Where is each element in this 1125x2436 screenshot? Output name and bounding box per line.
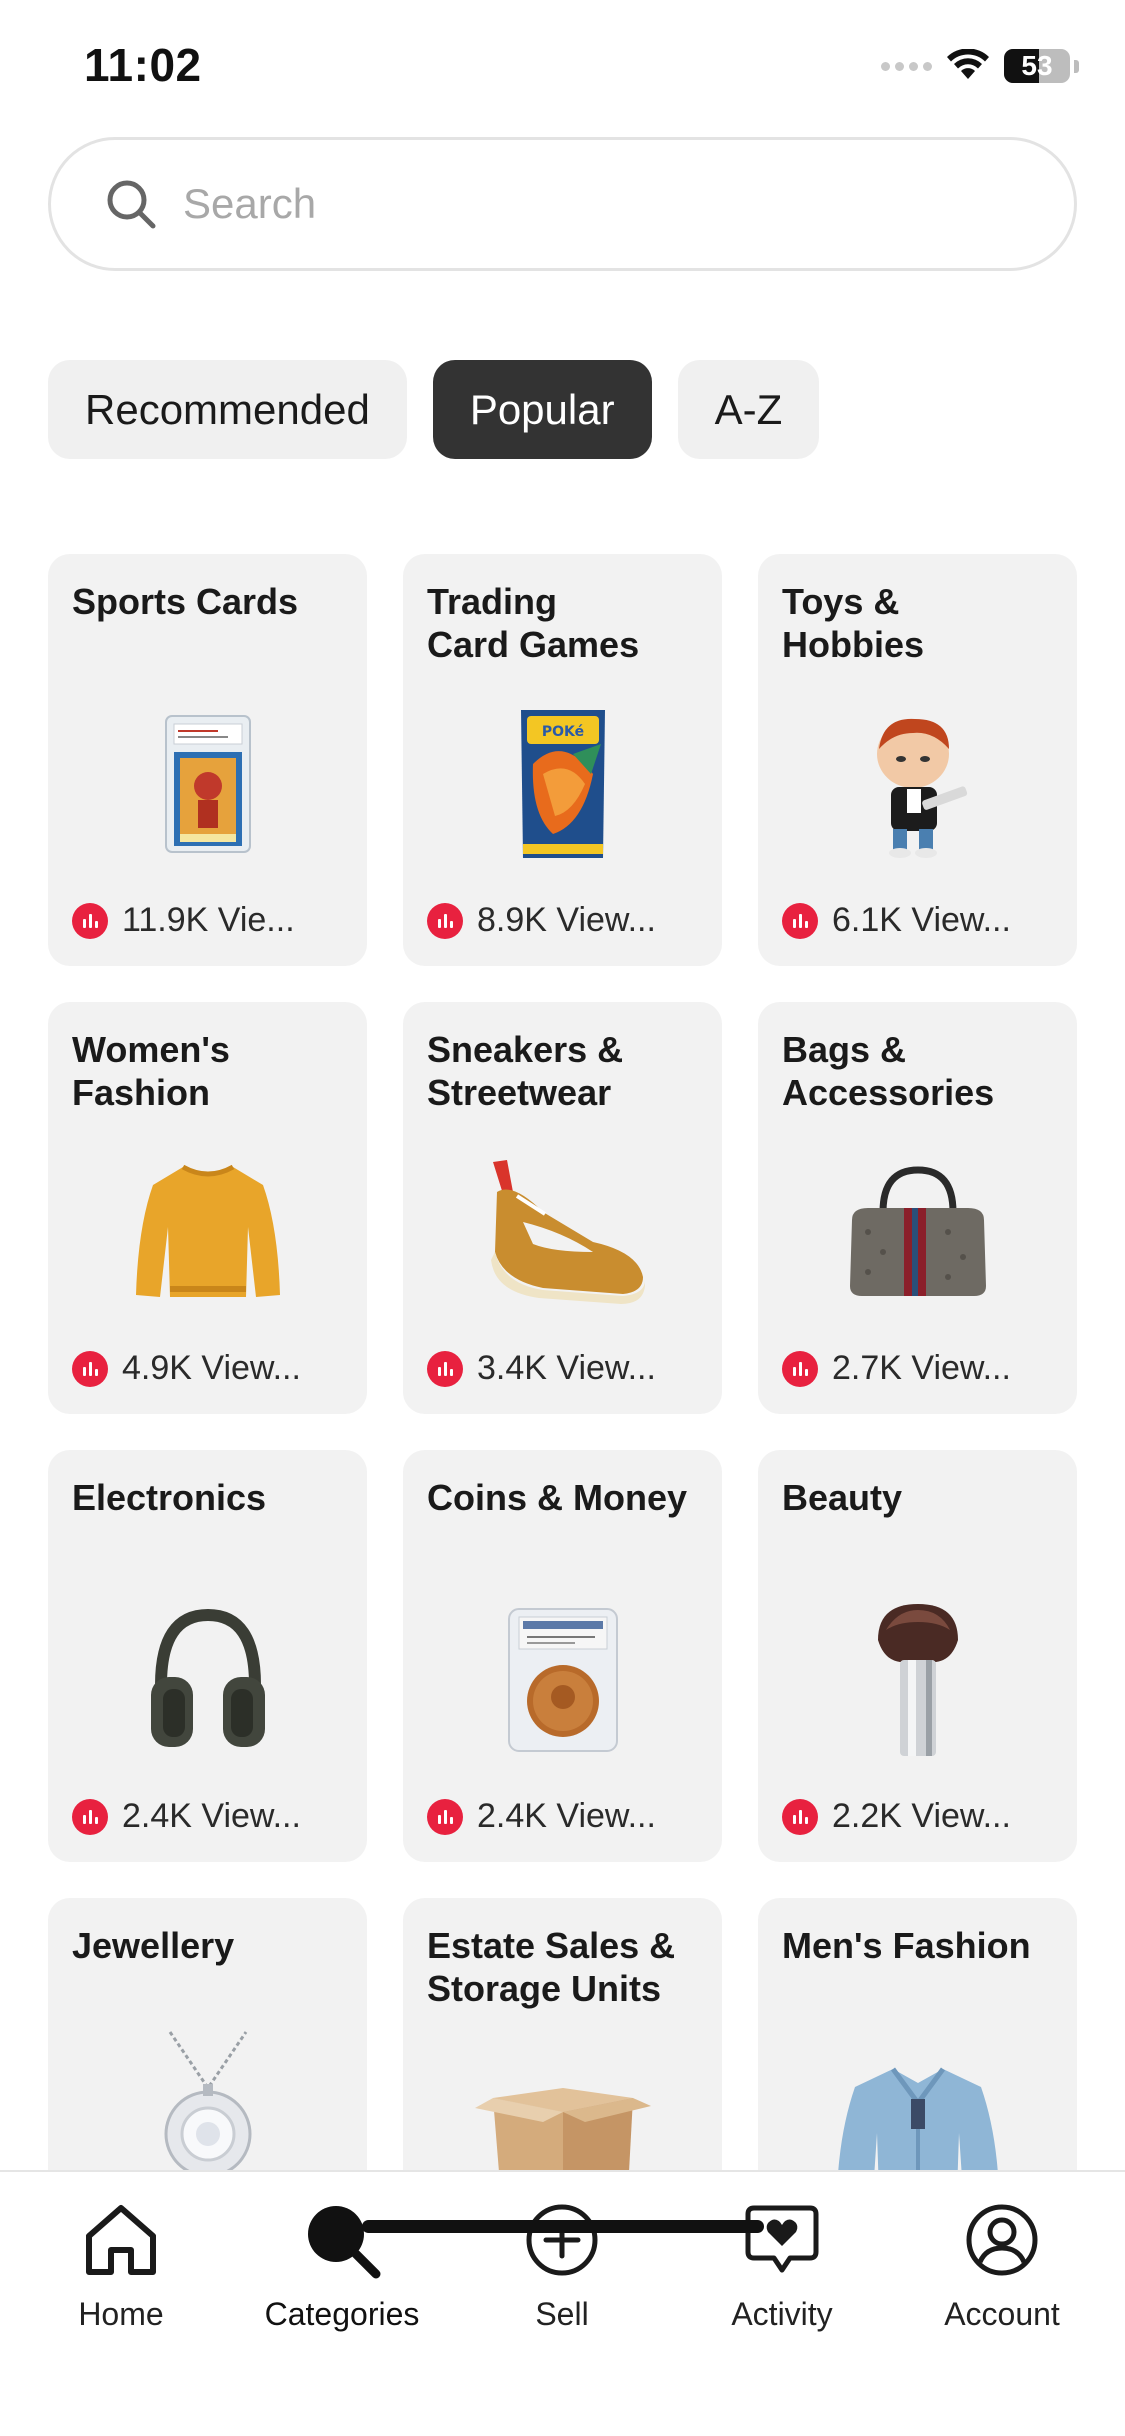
nav-activity[interactable]: Activity xyxy=(682,2198,882,2333)
nav-home[interactable]: Home xyxy=(21,2198,221,2333)
category-card-womens-fashion[interactable]: Women's Fashion 4.9K View... xyxy=(48,1002,367,1414)
category-card-coins-money[interactable]: Coins & Money 2.4K View... xyxy=(403,1450,722,1862)
cardboard-box-icon xyxy=(468,2048,658,2170)
views-count: 2.2K View... xyxy=(782,1797,1011,1836)
category-title: Men's Fashion xyxy=(782,1925,1031,1966)
category-title: Trading Card Games xyxy=(427,581,640,665)
trending-icon xyxy=(782,902,818,939)
views-count: 8.9K View... xyxy=(427,901,656,940)
category-grid: Sports Cards 11.9K Vie... Trading Card G… xyxy=(48,554,1077,2170)
views-text: 2.2K View... xyxy=(832,1797,1011,1835)
graded-card-icon xyxy=(113,704,303,864)
signal-icon xyxy=(881,61,932,71)
battery-tip xyxy=(1074,59,1079,73)
nav-label: Categories xyxy=(264,2296,420,2332)
status-indicators: 53 xyxy=(881,46,1079,86)
category-title: Toys & Hobbies xyxy=(782,581,925,665)
category-card-mens-fashion[interactable]: Men's Fashion xyxy=(758,1898,1077,2170)
battery-level: 53 xyxy=(1021,50,1053,81)
heart-chat-icon xyxy=(740,2198,824,2282)
sweater-icon xyxy=(113,1152,303,1312)
category-card-sneakers-streetwear[interactable]: Sneakers & Streetwear 3.4K View... xyxy=(403,1002,722,1414)
nav-account[interactable]: Account xyxy=(902,2198,1102,2333)
search-bar[interactable] xyxy=(48,137,1077,271)
battery-icon: 53 xyxy=(1004,49,1070,83)
tab-a-z[interactable]: A-Z xyxy=(677,360,820,459)
category-title: Jewellery xyxy=(72,1925,235,1966)
category-card-jewellery[interactable]: Jewellery xyxy=(48,1898,367,2170)
headphones-icon xyxy=(113,1600,303,1760)
nav-label: Account xyxy=(944,2296,1060,2332)
tab-recommended[interactable]: Recommended xyxy=(48,360,407,459)
views-count: 2.7K View... xyxy=(782,1349,1011,1388)
trending-icon xyxy=(427,1350,463,1387)
nav-categories[interactable]: Categories xyxy=(242,2198,442,2333)
search-input[interactable] xyxy=(183,180,983,228)
wifi-icon xyxy=(947,49,989,79)
category-title: Women's Fashion xyxy=(72,1029,230,1113)
jacket-icon xyxy=(823,2048,1013,2170)
views-count: 2.4K View... xyxy=(427,1797,656,1836)
views-text: 6.1K View... xyxy=(832,901,1011,939)
trending-icon xyxy=(782,1798,818,1835)
svg-text:POKé: POKé xyxy=(541,724,583,740)
categories-search-icon xyxy=(300,2198,384,2282)
bottom-tab-bar: Home Categories Sell Activity Account xyxy=(0,2170,1125,2436)
views-count: 6.1K View... xyxy=(782,901,1011,940)
figure-toy-icon xyxy=(823,704,1013,864)
category-title: Electronics xyxy=(72,1477,267,1518)
category-card-toys-hobbies[interactable]: Toys & Hobbies 6.1K View... xyxy=(758,554,1077,966)
views-text: 11.9K Vie... xyxy=(122,901,295,939)
views-text: 3.4K View... xyxy=(477,1349,656,1387)
search-icon xyxy=(103,176,159,232)
views-count: 3.4K View... xyxy=(427,1349,656,1388)
views-count: 2.4K View... xyxy=(72,1797,301,1836)
category-title: Sneakers & Streetwear xyxy=(427,1029,624,1113)
nav-label: Sell xyxy=(535,2296,589,2332)
category-card-bags-accessories[interactable]: Bags & Accessories 2.7K View... xyxy=(758,1002,1077,1414)
user-circle-icon xyxy=(960,2198,1044,2282)
nav-label: Home xyxy=(78,2296,164,2332)
status-time: 11:02 xyxy=(84,39,202,91)
category-card-trading-card-games[interactable]: Trading Card Games POKé 8.9K View... xyxy=(403,554,722,966)
views-text: 4.9K View... xyxy=(122,1349,301,1387)
nav-sell[interactable]: Sell xyxy=(462,2198,662,2333)
category-title: Bags & Accessories xyxy=(782,1029,995,1113)
category-card-sports-cards[interactable]: Sports Cards 11.9K Vie... xyxy=(48,554,367,966)
trending-icon xyxy=(427,902,463,939)
views-count: 4.9K View... xyxy=(72,1349,301,1388)
trending-icon xyxy=(427,1798,463,1835)
category-card-estate-sales-storage-units[interactable]: Estate Sales & Storage Units xyxy=(403,1898,722,2170)
sneaker-icon xyxy=(468,1152,658,1312)
views-text: 2.4K View... xyxy=(477,1797,656,1835)
status-bar: 11:02 53 xyxy=(0,0,1125,135)
graded-coin-icon xyxy=(468,1600,658,1760)
views-count: 11.9K Vie... xyxy=(72,901,295,940)
plus-circle-icon xyxy=(520,2198,604,2282)
home-icon xyxy=(79,2198,163,2282)
category-title: Coins & Money xyxy=(427,1477,688,1518)
tab-popular[interactable]: Popular xyxy=(432,360,652,459)
trending-icon xyxy=(72,1798,108,1835)
views-text: 2.7K View... xyxy=(832,1349,1011,1387)
category-title: Beauty xyxy=(782,1477,903,1518)
category-card-beauty[interactable]: Beauty 2.2K View... xyxy=(758,1450,1077,1862)
nav-label: Activity xyxy=(731,2296,833,2332)
views-text: 8.9K View... xyxy=(477,901,656,939)
card-pack-icon: POKé xyxy=(468,704,658,864)
trending-icon xyxy=(782,1350,818,1387)
makeup-brush-icon xyxy=(823,1600,1013,1760)
sort-tabs: Recommended Popular A-Z xyxy=(48,360,820,459)
category-title: Estate Sales & Storage Units xyxy=(427,1925,676,2009)
trending-icon xyxy=(72,902,108,939)
necklace-icon xyxy=(113,2028,303,2170)
home-indicator xyxy=(362,2220,764,2233)
category-card-electronics[interactable]: Electronics 2.4K View... xyxy=(48,1450,367,1862)
category-title: Sports Cards xyxy=(72,581,299,622)
views-text: 2.4K View... xyxy=(122,1797,301,1835)
handbag-icon xyxy=(823,1152,1013,1312)
trending-icon xyxy=(72,1350,108,1387)
